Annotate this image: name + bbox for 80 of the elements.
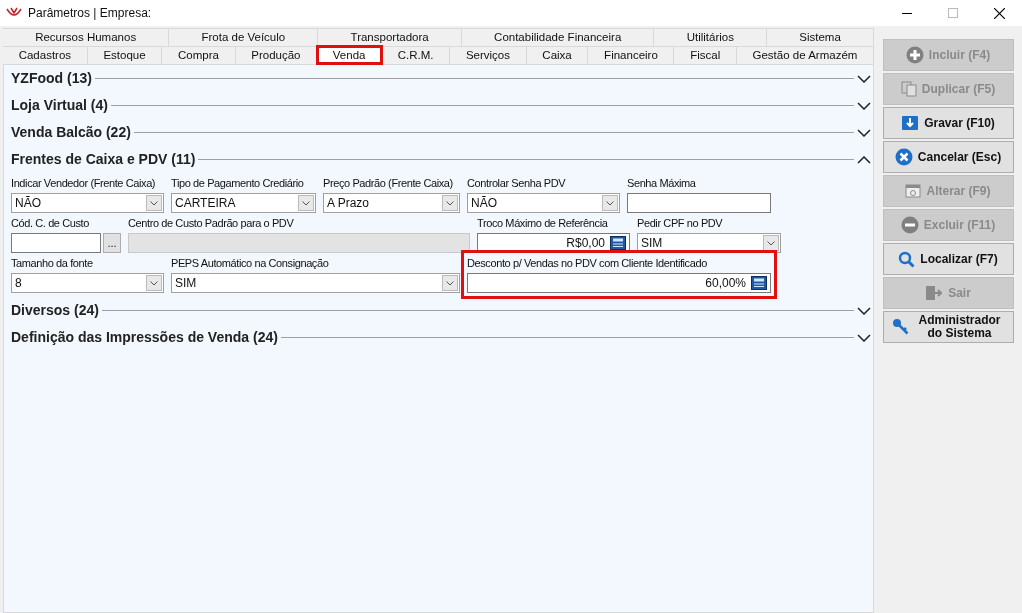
section-header[interactable]: YZFood (13) — [11, 65, 871, 92]
tab[interactable]: Caixa — [526, 46, 589, 64]
tab[interactable]: Compra — [162, 46, 236, 64]
field-label: Tipo de Pagamento Crediário — [171, 176, 304, 190]
tab[interactable]: Produção — [235, 46, 318, 64]
calculator-icon[interactable] — [610, 236, 626, 250]
chevron-down-icon[interactable] — [857, 74, 871, 83]
dropdown[interactable]: 8 — [11, 273, 164, 293]
dropdown[interactable]: SIM — [637, 233, 781, 253]
chevron-down-icon[interactable] — [857, 306, 871, 315]
plus-icon — [905, 46, 924, 64]
field-label: Controlar Senha PDV — [467, 176, 566, 190]
field-label: Preço Padrão (Frente Caixa) — [323, 176, 453, 190]
window-icon — [905, 183, 922, 199]
caret-icon — [146, 195, 162, 211]
section-header[interactable]: Diversos (24) — [11, 297, 871, 324]
chevron-down-icon[interactable] — [857, 128, 871, 137]
action-button[interactable]: Administrador do Sistema — [882, 311, 1014, 343]
action-button[interactable]: Gravar (F10) — [882, 107, 1014, 139]
tab[interactable]: Cadastros — [3, 46, 88, 64]
chevron-down-icon[interactable] — [857, 333, 871, 342]
calculator-icon[interactable] — [751, 276, 767, 290]
action-button[interactable]: Localizar (F7) — [882, 243, 1014, 275]
field-label: Centro de Custo Padrão para o PDV — [128, 216, 294, 230]
field-label: Pedir CPF no PDV — [637, 216, 723, 230]
search-icon — [898, 250, 916, 268]
chevron-up-icon[interactable] — [857, 155, 871, 164]
save-icon — [901, 114, 920, 132]
action-button[interactable]: Cancelar (Esc) — [882, 141, 1014, 173]
tab[interactable]: Contabilidade Financeira — [461, 28, 655, 46]
section-header[interactable]: Frentes de Caixa e PDV (11) — [11, 146, 871, 173]
section-header[interactable]: Venda Balcão (22) — [11, 119, 871, 146]
chevron-down-icon[interactable] — [857, 101, 871, 110]
caret-icon — [763, 235, 779, 251]
dropdown[interactable]: A Prazo — [323, 193, 460, 213]
maximize-icon — [948, 8, 958, 18]
caret-icon — [442, 275, 458, 291]
field-label: Cód. C. de Custo — [11, 216, 89, 230]
dropdown[interactable]: NÃO — [11, 193, 164, 213]
field-label: Tamanho da fonte — [11, 256, 93, 270]
minus-icon — [900, 216, 919, 234]
tab[interactable]: Utilitários — [654, 28, 768, 46]
tab[interactable]: Financeiro — [588, 46, 675, 64]
exit-icon — [925, 285, 944, 301]
tab[interactable]: Venda — [317, 46, 383, 64]
input-field[interactable] — [11, 233, 101, 253]
tab[interactable]: Sistema — [767, 28, 874, 46]
field-label: Desconto p/ Vendas no PDV com Cliente Identificado — [467, 256, 707, 270]
field-label: Indicar Vendedor (Frente Caixa) — [11, 176, 156, 190]
dropdown[interactable]: CARTEIRA — [171, 193, 316, 213]
caret-icon — [298, 195, 314, 211]
field-label: Troco Máximo de Referência — [477, 216, 608, 230]
dropdown[interactable]: NÃO — [467, 193, 620, 213]
tab[interactable]: Recursos Humanos — [3, 28, 170, 46]
minimize-icon — [902, 12, 912, 14]
tab[interactable]: Gestão de Armazém — [736, 46, 875, 64]
tab[interactable]: C.R.M. — [382, 46, 451, 64]
cancel-icon — [894, 148, 913, 166]
app-logo-icon — [6, 7, 22, 19]
dropdown[interactable]: SIM — [171, 273, 460, 293]
tab[interactable]: Fiscal — [674, 46, 737, 64]
key-icon — [891, 318, 910, 336]
tab[interactable]: Transportadora — [318, 28, 462, 46]
field-label: Senha Máxima — [627, 176, 696, 190]
close-icon — [993, 7, 1005, 19]
tab[interactable]: Serviços — [450, 46, 527, 64]
window-title: Parâmetros | Empresa: — [28, 5, 153, 22]
section-header[interactable]: Definição das Impressões de Venda (24) — [11, 324, 871, 351]
caret-icon — [442, 195, 458, 211]
caret-icon — [146, 275, 162, 291]
input-field[interactable]: 60,00% — [467, 273, 771, 293]
browse-button[interactable]: ... — [103, 233, 121, 253]
field-label: PEPS Automático na Consignação — [171, 256, 329, 270]
tab[interactable]: Estoque — [87, 46, 163, 64]
documents-icon — [900, 81, 917, 97]
caret-icon — [602, 195, 618, 211]
input-field[interactable]: R$0,00 — [477, 233, 630, 253]
input-field[interactable] — [627, 193, 771, 213]
section-header[interactable]: Loja Virtual (4) — [11, 92, 871, 119]
tab[interactable]: Frota de Veículo — [169, 28, 319, 46]
